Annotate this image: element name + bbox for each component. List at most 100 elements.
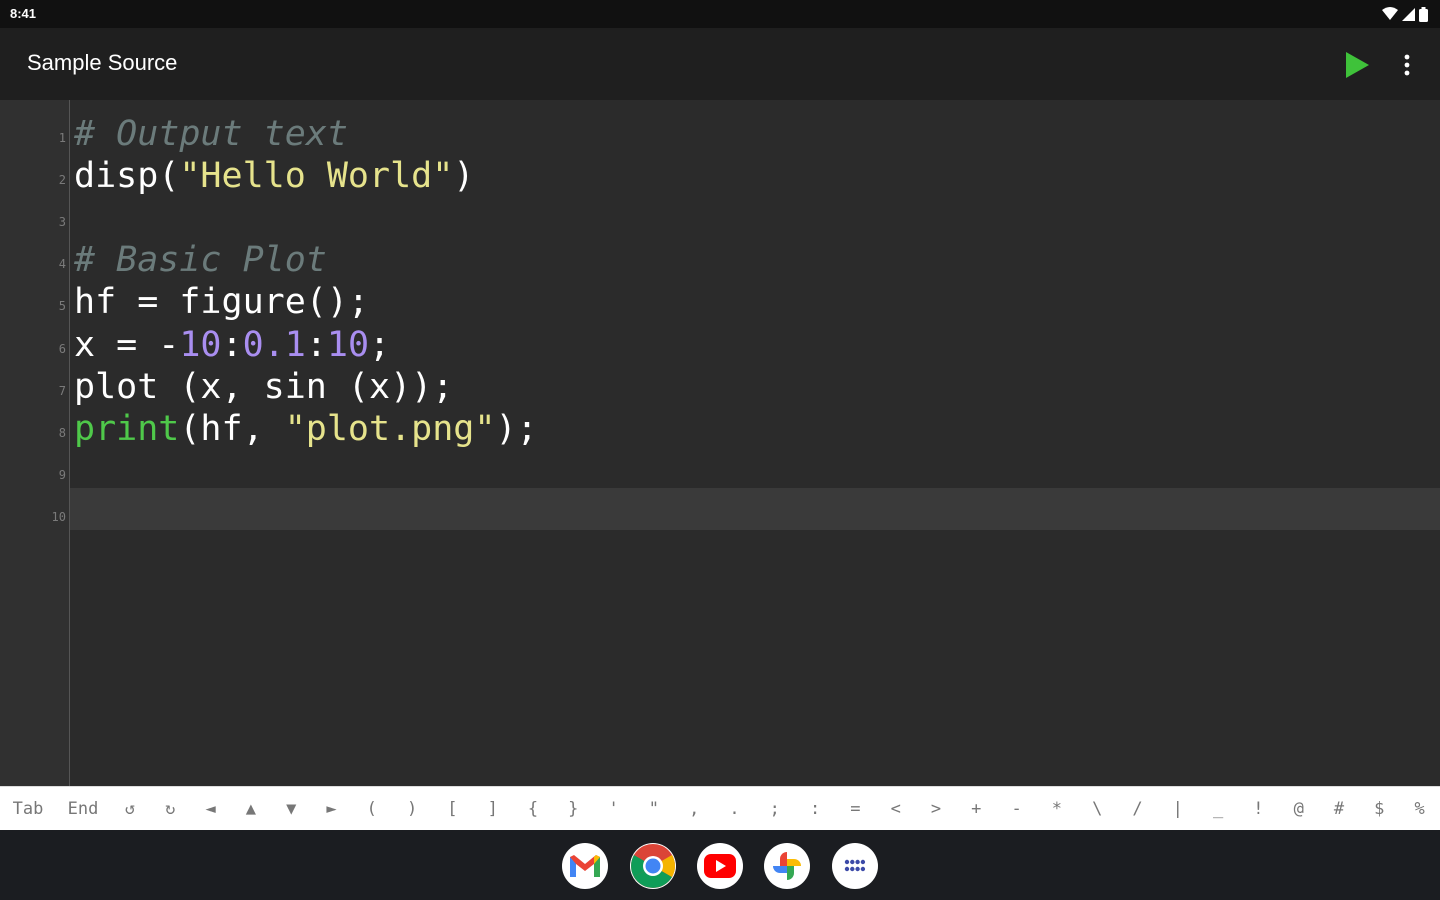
code-line[interactable]: # Basic Plot [70, 235, 1440, 280]
symbol-key[interactable]: ! [1243, 797, 1273, 821]
taskbar-app-youtube[interactable] [697, 843, 743, 889]
symbol-key[interactable]: ▲ [236, 797, 266, 821]
symbol-key[interactable]: , [679, 797, 709, 821]
wifi-icon [1382, 7, 1398, 20]
symbol-key[interactable]: < [881, 797, 911, 821]
more-options-button[interactable] [1392, 48, 1422, 82]
youtube-icon [704, 854, 736, 878]
line-number: 9 [58, 468, 66, 483]
code-line[interactable] [70, 446, 1440, 488]
line-number: 1 [58, 130, 66, 145]
symbol-key[interactable]: ► [317, 797, 347, 821]
symbol-key[interactable]: ↻ [155, 797, 185, 821]
symbol-key[interactable]: . [720, 797, 750, 821]
line-number: 5 [58, 299, 66, 314]
code-line-text: plot (x, sin (x)); [74, 367, 453, 407]
line-number: 2 [58, 172, 66, 187]
code-token-string: "plot.png" [284, 408, 496, 449]
symbol-key[interactable]: - [1002, 797, 1032, 821]
code-token-plain: hf = figure(); [74, 282, 370, 323]
code-token-number: 0.1 [242, 324, 306, 365]
code-line[interactable]: x = -10:0.1:10; [70, 320, 1440, 365]
symbol-key[interactable]: : [800, 797, 830, 821]
symbol-key[interactable]: { [518, 797, 548, 821]
symbol-key[interactable]: ↺ [115, 797, 145, 821]
more-vert-icon [1404, 54, 1410, 76]
page-title: Sample Source [27, 50, 178, 75]
symbol-key[interactable]: * [1042, 797, 1072, 821]
symbol-key-bar: Tab End ↺ ↻ ◄ ▲ ▼ ► () [] {} ' ",.;: = < > + - * \ / | _! @ # $% [0, 786, 1440, 831]
symbol-key[interactable]: ) [397, 797, 427, 821]
battery-icon [1419, 6, 1428, 22]
line-number: 10 [51, 510, 66, 525]
code-line[interactable]: plot (x, sin (x)); [70, 362, 1440, 407]
symbol-key[interactable]: ; [760, 797, 790, 821]
code-token-plain: x = - [74, 324, 180, 365]
taskbar-app-drawer[interactable] [832, 843, 878, 889]
symbol-key[interactable]: _ [1203, 797, 1233, 821]
status-time: 8:41 [10, 6, 37, 21]
code-area[interactable]: # Output text disp("Hello World") # Basic … [70, 100, 1440, 786]
line-number-gutter [0, 100, 70, 786]
status-bar: 8:41 [0, 0, 1440, 28]
symbol-key[interactable]: ] [478, 797, 508, 821]
line-number: 8 [58, 425, 66, 440]
line-number: 4 [58, 257, 66, 272]
symbol-key[interactable]: @ [1284, 797, 1314, 821]
code-line-text: # Output text [74, 114, 348, 154]
run-button[interactable] [1340, 48, 1374, 82]
symbol-key[interactable]: } [558, 797, 588, 821]
symbol-key[interactable]: ▼ [276, 797, 306, 821]
code-token-keyword: print [74, 408, 180, 449]
symbol-key[interactable]: \ [1082, 797, 1112, 821]
code-token-plain: (hf, [179, 408, 285, 449]
code-token-comment: # Output text [74, 113, 348, 154]
symbol-key[interactable]: [ [437, 797, 467, 821]
symbol-key[interactable]: End [63, 797, 103, 821]
photos-icon [773, 852, 801, 880]
code-line[interactable]: # Output text [70, 109, 1440, 154]
code-editor[interactable]: 1 2 3 4 5 6 7 8 9 10 # Output text disp("Hello Wor… [0, 100, 1440, 786]
code-token-plain: ); [495, 408, 538, 449]
code-token-string: "Hello World" [179, 155, 454, 196]
line-number: 7 [58, 383, 66, 398]
app-bar: Sample Source [0, 28, 1440, 100]
symbol-key[interactable]: " [639, 797, 669, 821]
code-token-number: 10 [326, 324, 370, 365]
signal-icon [1402, 7, 1415, 21]
play-icon [1346, 52, 1369, 78]
taskbar-app-photos[interactable] [764, 843, 810, 889]
symbol-key[interactable]: % [1405, 797, 1435, 821]
symbol-key[interactable]: > [921, 797, 951, 821]
line-number: 3 [58, 214, 66, 229]
code-line[interactable]: hf = figure(); [70, 277, 1440, 323]
code-line[interactable]: disp("Hello World") [70, 151, 1440, 196]
code-token-plain: ; [369, 324, 391, 365]
symbol-key[interactable]: # [1324, 797, 1354, 821]
code-line-text: disp("Hello World") [74, 156, 474, 196]
gmail-icon [570, 855, 600, 877]
code-line-text: # Basic Plot [74, 240, 327, 280]
symbol-key[interactable]: | [1163, 797, 1193, 821]
taskbar-app-chrome[interactable] [630, 843, 676, 889]
symbol-key[interactable]: $ [1364, 797, 1394, 821]
code-token-plain: disp( [74, 155, 180, 196]
symbol-key[interactable]: ' [599, 797, 629, 821]
code-token-plain: ) [453, 155, 475, 196]
symbol-key[interactable]: ( [357, 797, 387, 821]
code-line-text: print(hf, "plot.png"); [74, 409, 538, 449]
code-line[interactable] [70, 193, 1440, 235]
code-token-plain: : [221, 324, 243, 365]
taskbar-app-gmail[interactable] [562, 843, 608, 889]
code-token-plain: plot (x, sin (x)); [74, 366, 454, 407]
code-line[interactable]: print(hf, "plot.png"); [70, 404, 1440, 449]
code-line-text: x = -10:0.1:10; [74, 325, 390, 365]
code-line[interactable] [70, 488, 1440, 531]
symbol-key[interactable]: = [840, 797, 870, 821]
code-token-comment: # Basic Plot [74, 240, 327, 281]
symbol-key[interactable]: / [1123, 797, 1153, 821]
code-token-number: 10 [179, 324, 222, 365]
symbol-key[interactable]: + [961, 797, 991, 821]
symbol-key[interactable]: ◄ [196, 797, 226, 821]
symbol-key[interactable]: Tab [8, 797, 48, 821]
